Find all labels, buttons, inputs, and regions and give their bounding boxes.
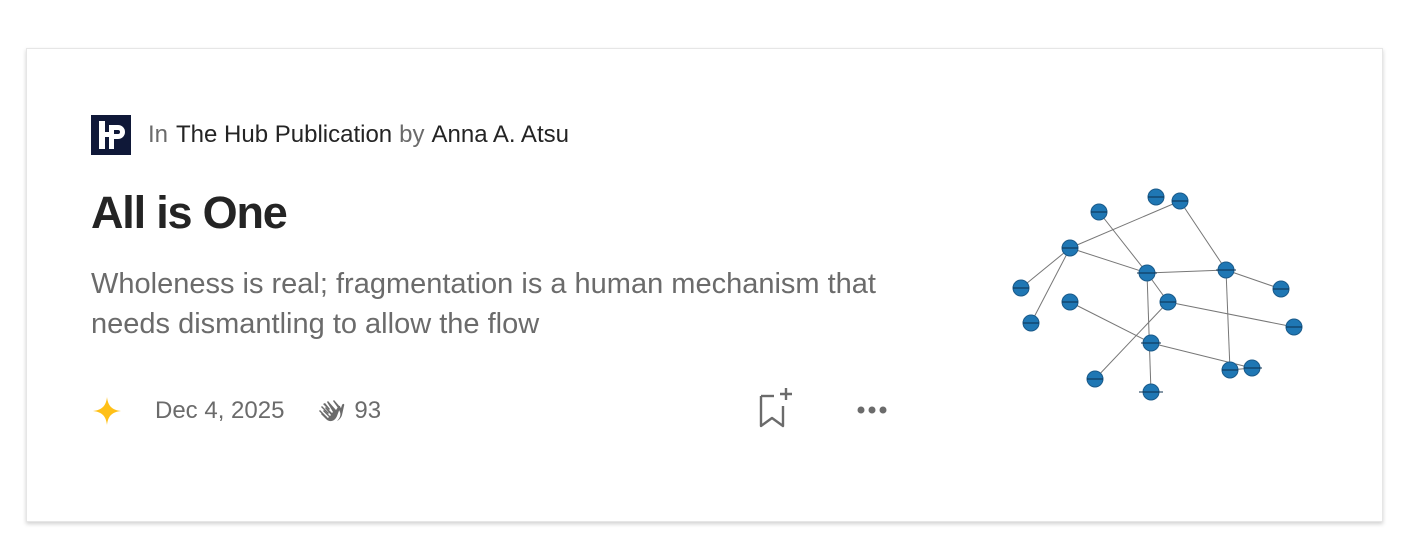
author-name-link[interactable]: Anna A. Atsu xyxy=(432,121,569,149)
hub-publication-logo-icon xyxy=(91,115,131,155)
article-subtitle[interactable]: Wholeness is real; fragmentation is a hu… xyxy=(91,264,911,344)
publication-name-link[interactable]: The Hub Publication xyxy=(176,121,392,149)
article-meta: Dec 4, 2025 93 xyxy=(91,389,381,433)
clap-icon[interactable] xyxy=(316,397,350,425)
bookmark-plus-icon[interactable] xyxy=(757,386,799,430)
article-title[interactable]: All is One xyxy=(91,187,288,239)
more-horizontal-icon[interactable] xyxy=(853,395,893,425)
byline: In The Hub Publication by Anna A. Atsu xyxy=(91,114,569,156)
article-card[interactable]: In The Hub Publication by Anna A. Atsu A… xyxy=(26,48,1383,522)
byline-by: by xyxy=(399,121,425,148)
article-thumbnail[interactable] xyxy=(1007,183,1307,409)
sparkle-icon xyxy=(93,397,121,425)
clap-count: 93 xyxy=(354,397,382,424)
byline-prefix: In xyxy=(148,121,169,148)
publish-date: Dec 4, 2025 xyxy=(155,397,285,424)
publication-logo[interactable] xyxy=(91,115,131,155)
